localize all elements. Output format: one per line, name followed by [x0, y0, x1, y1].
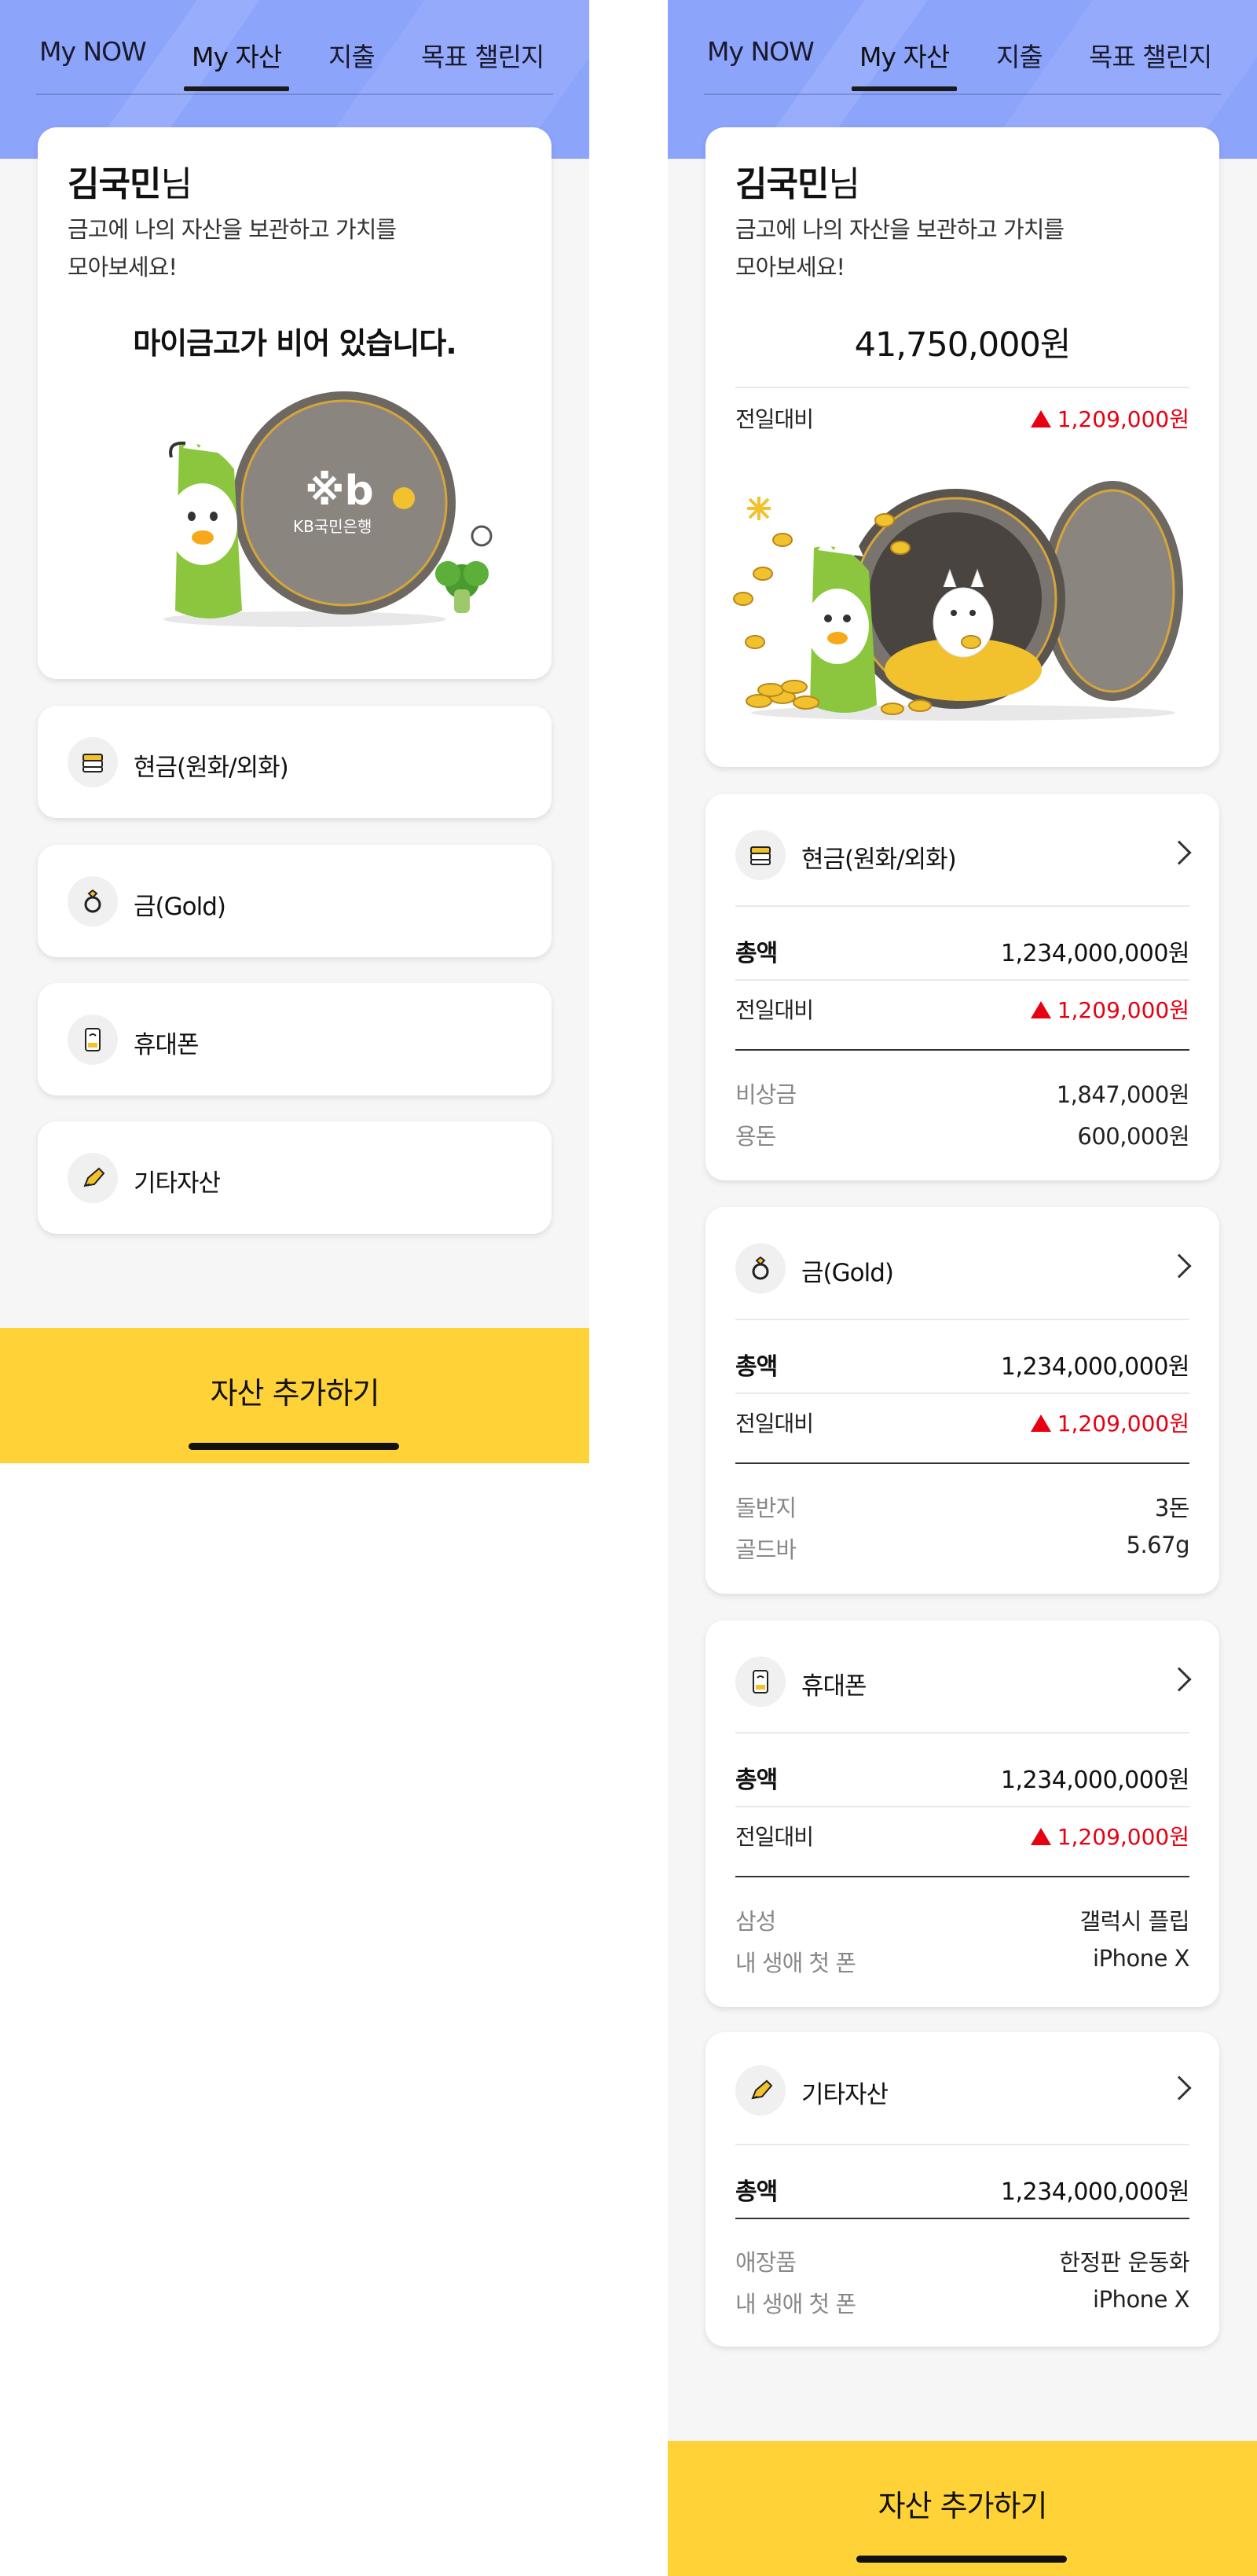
category-card-other[interactable]: 기타자산: [38, 1121, 552, 1234]
active-tab-indicator: [184, 86, 289, 91]
kb-logo-icon: ※b KB국민은행: [293, 468, 374, 536]
sparkle-icon: [747, 497, 771, 520]
up-arrow-icon: [1030, 1415, 1051, 1432]
home-indicator: [856, 2556, 1067, 2563]
total-asset-amount: 41,750,000원: [854, 325, 1072, 365]
vault-summary-card: 김국민님 금고에 나의 자산을 보관하고 가치를 모아보세요! 41,750,00…: [705, 127, 1219, 767]
category-card-phone[interactable]: 휴대폰: [38, 983, 552, 1095]
divider: [735, 387, 1189, 388]
empty-vault-illustration: ※b KB국민은행: [163, 391, 493, 627]
add-asset-label: 자산 추가하기: [210, 1376, 380, 1411]
tab-divider: [704, 94, 1221, 95]
cash-icon: [735, 830, 786, 880]
divider: [735, 2218, 1189, 2219]
asset-section-phone: 휴대폰 총액 1,234,000,000원 전일대비 1,209,000원 삼성 갤…: [705, 1620, 1219, 2007]
home-indicator: [189, 1443, 399, 1450]
greeting-message: 금고에 나의 자산을 보관하고 가치를 모아보세요!: [735, 216, 1065, 281]
section-title: 현금(원화/외화): [801, 846, 957, 874]
category-label: 금(Gold): [134, 893, 226, 921]
asset-section-cash: 현금(원화/외화) 총액 1,234,000,000원 전일대비 1,209,00…: [705, 794, 1219, 1180]
filled-vault-illustration: [733, 481, 1183, 721]
cash-icon: [68, 737, 118, 787]
divider: [735, 1319, 1189, 1320]
empty-vault-message: 마이금고가 비어 있습니다.: [133, 326, 456, 361]
category-card-gold[interactable]: 금(Gold): [38, 845, 552, 957]
tab-divider: [36, 94, 553, 95]
chevron-right-icon[interactable]: [1167, 1667, 1192, 1692]
add-asset-button[interactable]: 자산 추가하기: [0, 1328, 589, 1463]
daily-change-label: 전일대비: [735, 406, 814, 432]
divider: [735, 979, 1189, 981]
add-asset-button[interactable]: 자산 추가하기: [668, 2441, 1257, 2576]
divider: [735, 2144, 1189, 2145]
chevron-right-icon[interactable]: [1167, 2075, 1192, 2101]
divider: [735, 905, 1189, 907]
divider: [735, 1049, 1189, 1051]
up-arrow-icon: [1030, 1828, 1051, 1845]
divider: [735, 1732, 1189, 1734]
svg-text:KB국민은행: KB국민은행: [293, 517, 372, 536]
vault-summary-card: 김국민님 금고에 나의 자산을 보관하고 가치를 모아보세요! 마이금고가 비어 …: [38, 127, 552, 679]
tab-bar: My NOW My 자산 지출 목표 챌린지: [668, 0, 1257, 95]
category-label: 휴대폰: [134, 1031, 200, 1059]
asset-section-gold: 금(Gold) 총액 1,234,000,000원 전일대비 1,209,000원…: [705, 1207, 1219, 1594]
phone-icon: [735, 1657, 786, 1707]
divider: [735, 1393, 1189, 1394]
svg-text:※b: ※b: [305, 468, 374, 515]
user-greeting: 김국민님: [68, 164, 192, 204]
tab-goal-challenge[interactable]: 목표 챌린지: [421, 36, 544, 74]
tab-spending[interactable]: 지출: [996, 36, 1043, 74]
daily-change-row: 전일대비 1,209,000원: [735, 997, 1189, 1023]
divider: [735, 1462, 1189, 1464]
screen-filled-vault: My NOW My 자산 지출 목표 챌린지 김국민님 금고에 나의 자산을 보…: [668, 0, 1257, 2576]
active-tab-indicator: [852, 86, 957, 91]
divider: [735, 1876, 1189, 1877]
tab-goal-challenge[interactable]: 목표 챌린지: [1089, 36, 1212, 74]
user-greeting: 김국민님: [735, 164, 860, 204]
add-asset-label: 자산 추가하기: [878, 2489, 1048, 2523]
tab-my-assets[interactable]: My 자산: [859, 36, 950, 74]
pen-icon: [735, 2065, 786, 2115]
tab-bar: My NOW My 자산 지출 목표 챌린지: [0, 0, 589, 95]
tab-my-now[interactable]: My NOW: [39, 36, 147, 67]
section-title: 휴대폰: [801, 1672, 867, 1701]
tab-spending[interactable]: 지출: [328, 36, 376, 74]
tab-my-now[interactable]: My NOW: [707, 36, 815, 67]
tab-my-assets[interactable]: My 자산: [192, 36, 282, 74]
daily-change-row: 전일대비 1,209,000원: [735, 402, 1189, 434]
daily-change-row: 전일대비 1,209,000원: [735, 1411, 1189, 1437]
category-card-cash[interactable]: 현금(원화/외화): [38, 706, 552, 818]
daily-change-value: 1,209,000원: [1030, 402, 1189, 434]
category-label: 기타자산: [134, 1169, 221, 1198]
up-arrow-icon: [1030, 1001, 1051, 1018]
chevron-right-icon[interactable]: [1167, 1253, 1192, 1279]
ring-icon: [735, 1243, 786, 1294]
chevron-right-icon[interactable]: [1167, 840, 1192, 865]
divider: [735, 1806, 1189, 1807]
phone-icon: [68, 1015, 118, 1065]
screen-empty-vault: My NOW My 자산 지출 목표 챌린지 김국민님 금고에 나의 자산을 보…: [0, 0, 589, 1463]
up-arrow-icon: [1030, 410, 1051, 427]
pen-icon: [68, 1153, 118, 1203]
daily-change-row: 전일대비 1,209,000원: [735, 1824, 1189, 1850]
greeting-message: 금고에 나의 자산을 보관하고 가치를 모아보세요!: [68, 216, 397, 281]
section-title: 금(Gold): [801, 1259, 894, 1287]
crocodile-character-icon: [168, 437, 242, 618]
category-label: 현금(원화/외화): [134, 754, 289, 782]
section-title: 기타자산: [801, 2081, 889, 2109]
asset-section-other: 기타자산 총액 1,234,000,000원 애장품 한정판 운동화 내 생애 첫 …: [705, 2032, 1219, 2347]
ring-icon: [68, 876, 118, 927]
